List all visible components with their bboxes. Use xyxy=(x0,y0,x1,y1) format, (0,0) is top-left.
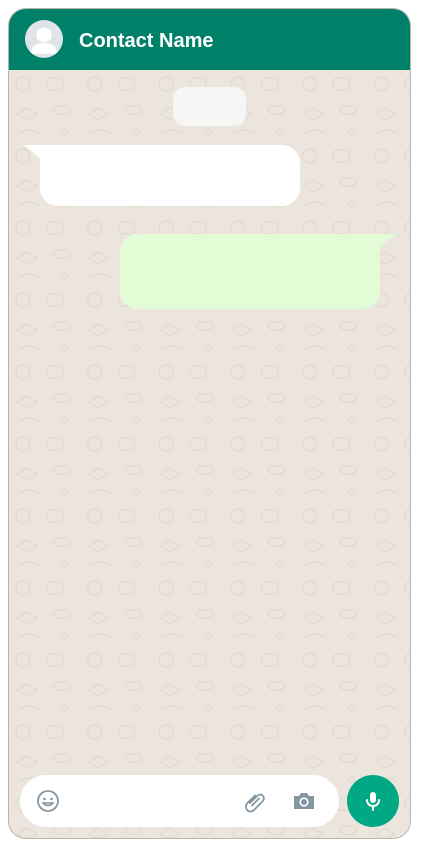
incoming-message[interactable] xyxy=(40,145,300,206)
outgoing-message[interactable] xyxy=(120,234,380,309)
avatar[interactable] xyxy=(25,20,63,58)
paperclip-icon[interactable] xyxy=(242,788,268,814)
person-icon xyxy=(30,27,58,54)
chat-area xyxy=(9,70,410,838)
mic-button[interactable] xyxy=(347,775,399,827)
message-input[interactable] xyxy=(72,787,232,815)
chat-header: Contact Name xyxy=(9,9,410,70)
camera-icon[interactable] xyxy=(291,788,317,814)
contact-name[interactable]: Contact Name xyxy=(79,29,213,53)
message-input-bar xyxy=(20,775,339,827)
emoji-icon[interactable] xyxy=(36,789,60,813)
date-chip xyxy=(173,87,246,126)
phone-frame: Contact Name xyxy=(8,8,411,839)
microphone-icon xyxy=(366,792,380,811)
